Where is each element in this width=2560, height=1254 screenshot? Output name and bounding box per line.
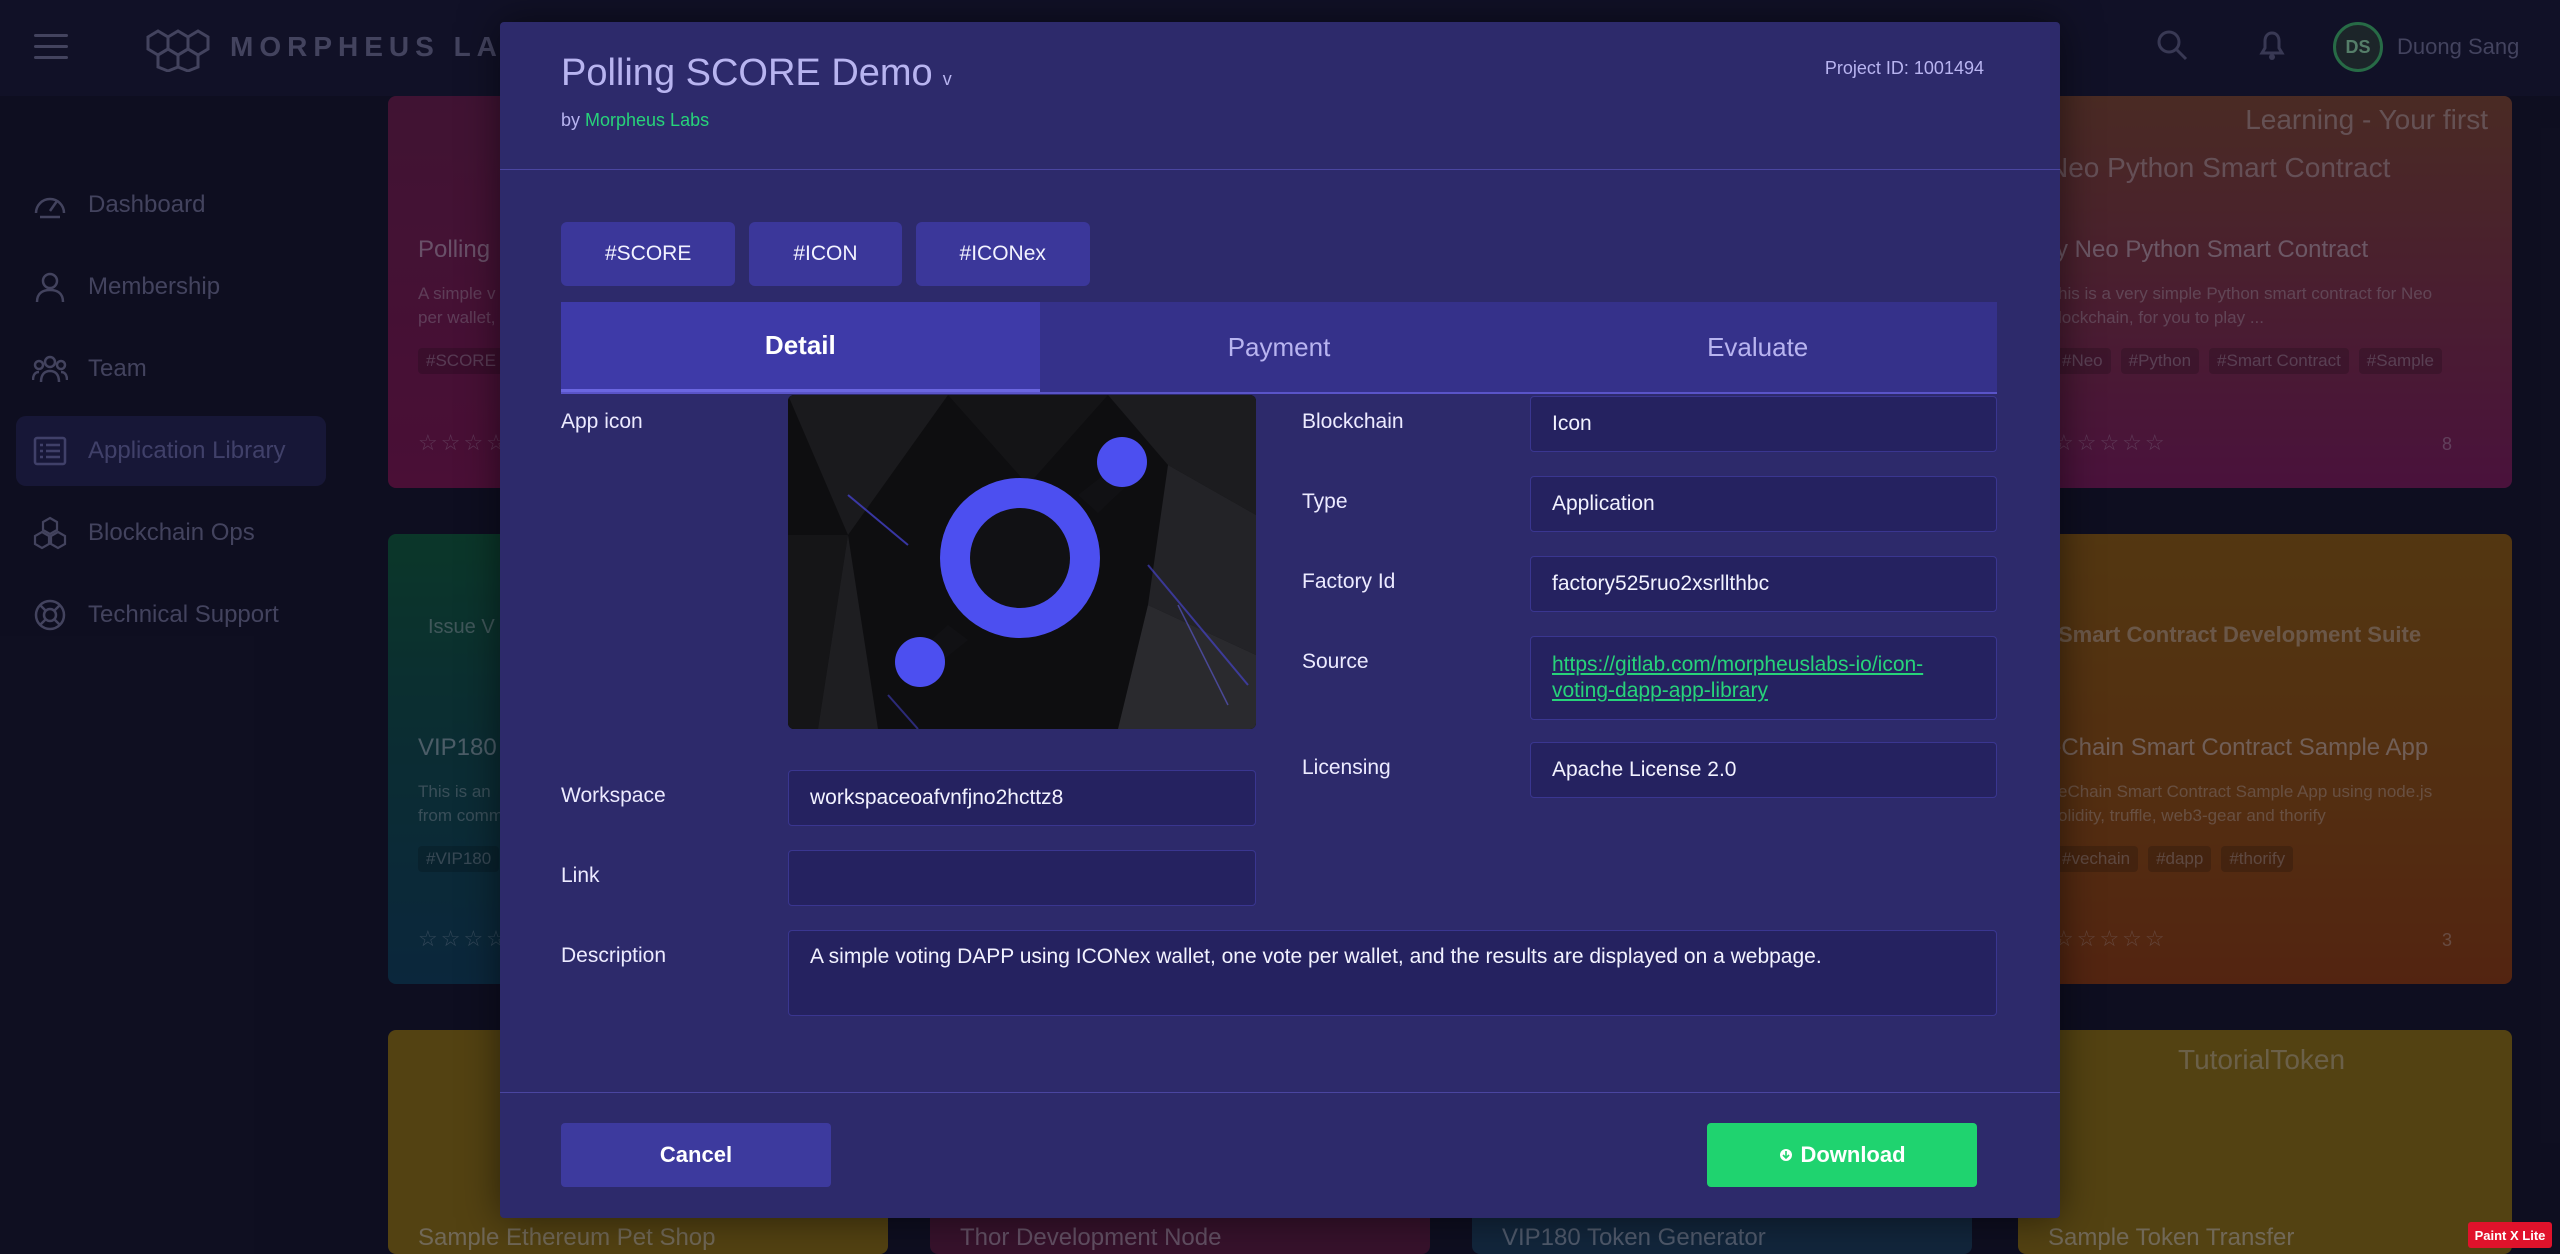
cloud-download-icon: [1780, 1149, 1793, 1161]
type-field[interactable]: Application: [1530, 476, 1997, 532]
tag-score[interactable]: #SCORE: [561, 222, 736, 286]
description-field[interactable]: A simple voting DAPP using ICONex wallet…: [788, 930, 1997, 1016]
modal-header: Polling SCORE Demo v by Morpheus Labs Pr…: [500, 22, 2060, 170]
tag-icon[interactable]: #ICON: [749, 222, 902, 286]
modal-footer: Cancel Download: [500, 1092, 2060, 1218]
source-label: Source: [1302, 650, 1369, 673]
author-prefix: by: [561, 110, 586, 130]
link-field[interactable]: [788, 850, 1256, 906]
tab-payment[interactable]: Payment: [1040, 302, 1519, 392]
tab-evaluate[interactable]: Evaluate: [1518, 302, 1997, 392]
app-detail-modal: Polling SCORE Demo v by Morpheus Labs Pr…: [500, 22, 2060, 1218]
author-link[interactable]: Morpheus Labs: [585, 110, 709, 130]
author-line: by Morpheus Labs: [561, 110, 709, 131]
tag-iconex[interactable]: #ICONex: [915, 222, 1090, 286]
blockchain-label: Blockchain: [1302, 410, 1404, 433]
download-label: Download: [1800, 1142, 1906, 1167]
workspace-label: Workspace: [561, 784, 666, 807]
factory-id-field[interactable]: factory525ruo2xsrllthbc: [1530, 556, 1997, 612]
tag-list: #SCORE #ICON #ICONex: [561, 222, 1090, 286]
source-field: https://gitlab.com/morpheuslabs-io/icon-…: [1530, 636, 1997, 720]
workspace-field[interactable]: workspaceoafvnfjno2hcttz8: [788, 770, 1256, 826]
source-link[interactable]: https://gitlab.com/morpheuslabs-io/icon-…: [1552, 652, 1975, 704]
icon-logo-icon: [788, 395, 1256, 729]
description-label: Description: [561, 944, 667, 967]
project-id: Project ID: 1001494: [1824, 58, 1984, 78]
cancel-button[interactable]: Cancel: [561, 1123, 831, 1187]
chevron-down-icon[interactable]: v: [943, 69, 952, 90]
tab-detail[interactable]: Detail: [561, 302, 1040, 392]
app-icon-image: [788, 395, 1256, 729]
app-icon-label: App icon: [561, 410, 643, 433]
modal-title[interactable]: Polling SCORE Demo v: [561, 52, 952, 95]
download-button[interactable]: Download: [1707, 1123, 1977, 1187]
paint-x-lite-badge[interactable]: Paint X Lite: [2468, 1222, 2552, 1248]
link-label: Link: [561, 864, 600, 887]
app-name: Polling SCORE Demo: [561, 52, 933, 94]
tab-bar: Detail Payment Evaluate: [561, 302, 1997, 394]
type-label: Type: [1302, 490, 1348, 513]
licensing-label: Licensing: [1302, 756, 1391, 779]
blockchain-field[interactable]: Icon: [1530, 396, 1997, 452]
factory-id-label: Factory Id: [1302, 570, 1396, 593]
licensing-field[interactable]: Apache License 2.0: [1530, 742, 1997, 798]
